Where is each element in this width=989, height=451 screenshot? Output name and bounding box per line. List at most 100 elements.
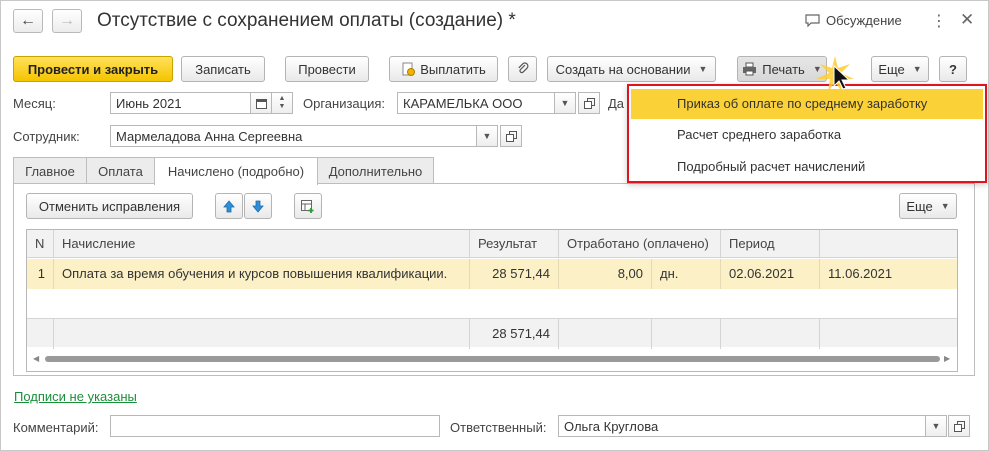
arrow-left-icon: ← [20, 12, 36, 29]
more-button[interactable]: Еще ▼ [871, 56, 929, 82]
post-label: Провести [298, 61, 356, 77]
close-icon[interactable]: ✕ [960, 10, 974, 30]
forward-button[interactable]: → [52, 9, 82, 33]
cancel-corrections-button[interactable]: Отменить исправления [26, 193, 193, 219]
post-and-close-button[interactable]: Провести и закрыть [13, 56, 173, 82]
dropdown-caret-icon: ▼ [912, 64, 922, 74]
tab-additional[interactable]: Дополнительно [317, 157, 434, 184]
page-title: Отсутствие с сохранением оплаты (создани… [97, 10, 516, 31]
print-menu: Приказ об оплате по среднему заработку Р… [627, 84, 987, 183]
table-footer: 28 571,44 [27, 318, 957, 349]
column-header-period-end[interactable] [820, 230, 957, 258]
cell-worked: 8,00 [559, 259, 652, 289]
horizontal-scrollbar[interactable]: ◀ ▶ [33, 354, 951, 364]
chat-icon [805, 14, 820, 27]
footer-cell [54, 319, 470, 349]
tab-label: Дополнительно [328, 163, 423, 179]
column-header-n[interactable]: N [27, 230, 54, 258]
save-button[interactable]: Записать [181, 56, 265, 82]
save-label: Записать [195, 61, 251, 77]
footer-cell [652, 319, 721, 349]
table-add-icon [301, 199, 314, 213]
table-settings-button[interactable] [294, 193, 322, 219]
stepper-up-icon: ▲ [278, 95, 286, 102]
responsible-label: Ответственный: [450, 420, 547, 435]
employee-open-button[interactable] [500, 125, 522, 147]
footer-total-result: 28 571,44 [470, 319, 559, 349]
column-header-accrual[interactable]: Начисление [54, 230, 470, 258]
tab-payment[interactable]: Оплата [86, 157, 155, 184]
tab-label: Начислено (подробно) [167, 164, 305, 179]
organization-label: Организация: [303, 96, 386, 111]
employee-dropdown-button[interactable]: ▼ [476, 125, 498, 147]
pay-button[interactable]: Выплатить [389, 56, 498, 82]
scrollbar-thumb[interactable] [45, 356, 940, 362]
organization-dropdown-button[interactable]: ▼ [554, 92, 576, 114]
cancel-corrections-label: Отменить исправления [38, 198, 181, 214]
tab-accrued-detailed[interactable]: Начислено (подробно) [154, 157, 318, 185]
calendar-button[interactable] [250, 92, 272, 114]
employee-label: Сотрудник: [13, 129, 80, 144]
organization-field[interactable]: КАРАМЕЛЬКА ООО [397, 92, 555, 114]
scroll-left-icon[interactable]: ◀ [33, 354, 39, 363]
print-label: Печать [762, 61, 805, 77]
table-row[interactable]: 1 Оплата за время обучения и курсов повы… [27, 259, 957, 289]
responsible-dropdown-button[interactable]: ▼ [925, 415, 947, 437]
footer-cell [27, 319, 54, 349]
tab-label: Оплата [98, 163, 143, 179]
month-label: Месяц: [13, 96, 56, 111]
chevron-down-icon: ▼ [560, 98, 570, 108]
help-button[interactable]: ? [939, 56, 967, 82]
calendar-icon [255, 98, 267, 109]
help-label: ? [949, 61, 957, 77]
dropdown-caret-icon: ▼ [940, 201, 950, 211]
responsible-field[interactable]: Ольга Круглова [558, 415, 926, 437]
post-and-close-label: Провести и закрыть [27, 61, 159, 77]
responsible-open-button[interactable] [948, 415, 970, 437]
column-header-period[interactable]: Период [721, 230, 820, 258]
stepper-down-icon: ▼ [278, 103, 286, 110]
discussion-button[interactable]: Обсуждение [805, 13, 902, 28]
create-based-on-button[interactable]: Создать на основании ▼ [547, 56, 716, 82]
accruals-table[interactable]: N Начисление Результат Отработано (оплач… [26, 229, 958, 372]
footer-cell [820, 319, 957, 349]
create-based-on-label: Создать на основании [555, 61, 691, 77]
chevron-down-icon: ▼ [482, 131, 492, 141]
chevron-down-icon: ▼ [931, 421, 941, 431]
print-menu-item-detailed-accruals[interactable]: Подробный расчет начислений [631, 152, 983, 182]
print-menu-item-avg-earnings-calc[interactable]: Расчет среднего заработка [631, 120, 983, 150]
arrow-right-icon: → [59, 12, 75, 29]
mouse-cursor-icon [816, 56, 854, 92]
employee-field[interactable]: Мармеладова Анна Сергеевна [110, 125, 477, 147]
scroll-right-icon[interactable]: ▶ [944, 354, 950, 363]
month-stepper[interactable]: ▲ ▼ [271, 92, 293, 114]
cell-period-to: 11.06.2021 [828, 266, 893, 281]
comment-input[interactable] [110, 415, 440, 437]
move-up-button[interactable] [215, 193, 243, 219]
cell-period-from: 02.06.2021 [721, 259, 820, 289]
tab-main[interactable]: Главное [13, 157, 87, 184]
more-label: Еще [878, 61, 905, 77]
column-header-worked[interactable]: Отработано (оплачено) [559, 230, 721, 258]
cell-accrual: Оплата за время обучения и курсов повыше… [54, 259, 470, 289]
more-menu-icon[interactable]: ⋮ [931, 11, 947, 31]
comment-label: Комментарий: [13, 420, 99, 435]
attach-button[interactable] [508, 56, 537, 82]
month-field[interactable]: Июнь 2021 [110, 92, 251, 114]
open-icon [953, 420, 965, 432]
cell-result: 28 571,44 [470, 259, 559, 289]
tab-label: Главное [25, 163, 75, 179]
arrow-down-icon [252, 200, 264, 213]
back-button[interactable]: ← [13, 9, 43, 33]
panel-more-button[interactable]: Еще ▼ [899, 193, 957, 219]
organization-open-button[interactable] [578, 92, 600, 114]
footer-cell [721, 319, 820, 349]
footer-cell [559, 319, 652, 349]
open-icon [505, 130, 517, 142]
column-header-result[interactable]: Результат [470, 230, 559, 258]
pay-label: Выплатить [420, 61, 486, 77]
post-button[interactable]: Провести [285, 56, 369, 82]
print-menu-item-avg-pay-order[interactable]: Приказ об оплате по среднему заработку [631, 89, 983, 119]
signatures-link[interactable]: Подписи не указаны [14, 389, 137, 404]
move-down-button[interactable] [244, 193, 272, 219]
